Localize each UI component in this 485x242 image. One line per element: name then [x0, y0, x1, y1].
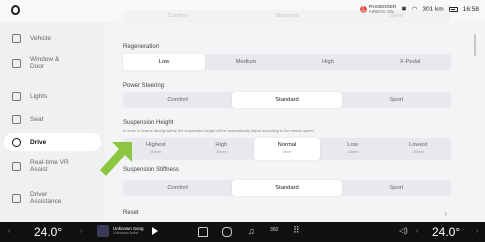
- music-icon[interactable]: ♫: [248, 226, 255, 236]
- song-artist: Unknown Artist: [113, 231, 139, 235]
- right-temperature[interactable]: 24.0°: [432, 225, 460, 239]
- sidebar-item-driver-assistance[interactable]: Driver Assistance: [12, 191, 102, 205]
- sidebar-item-realtime-vr-assist[interactable]: Real-time VR Assist: [12, 159, 102, 173]
- left-temperature[interactable]: 24.0°: [34, 225, 62, 239]
- regeneration-option-medium[interactable]: Medium: [205, 54, 287, 70]
- seat-icon: [12, 115, 21, 124]
- vr-assist-icon: [12, 161, 21, 171]
- stiffness-option-standard[interactable]: Standard: [232, 180, 342, 196]
- play-icon[interactable]: [151, 227, 158, 235]
- sidebar-item-seat[interactable]: Seat: [12, 115, 102, 124]
- light-icon: [12, 92, 21, 101]
- suspension-stiffness-selector: Comfort Standard Sport: [123, 180, 451, 196]
- door-icon: [12, 58, 21, 68]
- sidebar-item-lights[interactable]: Lights: [12, 92, 102, 101]
- power-steering-option-comfort[interactable]: Comfort: [123, 92, 232, 108]
- clock: 16:58: [462, 5, 479, 13]
- car-icon[interactable]: [222, 227, 232, 237]
- car-icon: [12, 34, 21, 43]
- suspension-option-normal[interactable]: Normal 0mm: [254, 138, 320, 160]
- left-temp-decrease[interactable]: ‹: [8, 228, 10, 235]
- scrollbar[interactable]: [474, 34, 476, 56]
- regeneration-option-high[interactable]: High: [287, 54, 369, 70]
- volume-icon[interactable]: ◁): [399, 226, 408, 235]
- sidebar-item-vehicle[interactable]: Vehicle: [12, 34, 102, 43]
- drive-settings-panel: Comfort Standard Sport Regeneration Low …: [118, 10, 453, 224]
- suspension-height-title: Suspension Height: [123, 120, 174, 126]
- brand-logo: [11, 5, 20, 15]
- power-steering-option-sport[interactable]: Sport: [342, 92, 451, 108]
- media-player[interactable]: Unknown Song Unknown Artist: [97, 225, 158, 237]
- right-temp-decrease[interactable]: ‹: [416, 228, 418, 235]
- steering-wheel-icon: [12, 138, 21, 147]
- driver-assistance-icon: [12, 193, 21, 203]
- power-steering-option-standard[interactable]: Standard: [232, 92, 342, 108]
- suspension-option-high[interactable]: High 30mm: [189, 138, 255, 160]
- suspension-option-lowest[interactable]: Lowest -30mm: [385, 138, 451, 160]
- power-steering-selector: Comfort Standard Sport: [123, 92, 451, 108]
- sidebar-item-window-door[interactable]: Window & Door: [12, 56, 102, 70]
- power-steering-title: Power Steering: [123, 83, 165, 89]
- partial-mode-selector: Comfort Standard Sport: [123, 10, 451, 22]
- sidebar-item-drive[interactable]: Drive: [12, 138, 102, 147]
- album-art: [97, 225, 109, 237]
- right-temp-increase[interactable]: ›: [476, 228, 478, 235]
- settings-sidebar: Vehicle Window & Door Lights Seat Drive …: [0, 22, 105, 222]
- suspension-height-selector: Highest 50mm High 30mm Normal 0mm Low -15mm …: [123, 138, 451, 160]
- regeneration-option-xpedal[interactable]: X-Pedal: [369, 54, 451, 70]
- suspension-height-description: In order to ensure driving safety, the s…: [123, 129, 314, 133]
- stiffness-option-sport[interactable]: Sport: [342, 180, 451, 196]
- home-icon[interactable]: [198, 227, 208, 237]
- 360-camera-icon[interactable]: 360: [270, 227, 278, 233]
- regeneration-option-low[interactable]: Low: [123, 54, 205, 70]
- suspension-option-low[interactable]: Low -15mm: [320, 138, 386, 160]
- chevron-right-icon: ›: [444, 209, 447, 218]
- green-arrow-icon: [100, 142, 132, 176]
- reset-button[interactable]: Reset: [123, 210, 139, 216]
- left-temp-increase[interactable]: ›: [80, 228, 82, 235]
- bottom-dock: ‹ 24.0° › Unknown Song Unknown Artist ♫ …: [0, 222, 485, 242]
- regeneration-title: Regeneration: [123, 44, 160, 50]
- apps-grid-icon[interactable]: ⠿: [293, 225, 300, 236]
- stiffness-option-comfort[interactable]: Comfort: [123, 180, 232, 196]
- regeneration-selector: Low Medium High X-Pedal: [123, 54, 451, 70]
